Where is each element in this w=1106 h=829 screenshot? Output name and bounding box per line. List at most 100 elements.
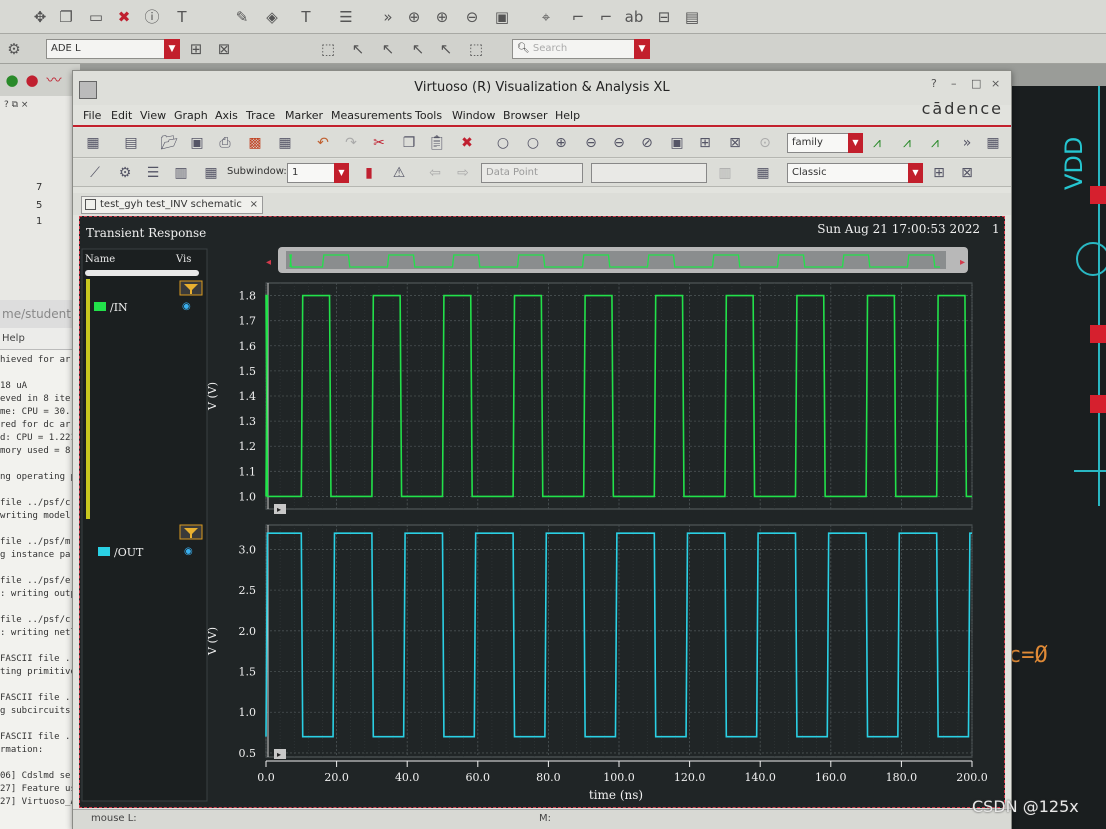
pointer-icon-4[interactable]: ↖ [436,39,456,59]
overview-left-arrow-icon[interactable]: ◂ [266,257,271,268]
help-window-icon[interactable]: ? [931,77,937,90]
maximize-icon[interactable]: □ [971,77,981,90]
subwindow-grid-icon[interactable]: ▦ [201,163,221,183]
print-icon[interactable]: ⎙ [215,133,235,153]
open-icon[interactable]: 📂︎ [159,133,179,153]
calculator-icon[interactable]: ▩ [245,133,265,153]
stop-icon[interactable]: ● [22,70,42,90]
family-select[interactable]: family ▼ [787,133,863,153]
close-tab-icon[interactable]: × [250,197,258,213]
window-new-icon[interactable]: ⊞ [929,163,949,183]
new-window-icon[interactable]: ▦ [83,133,103,153]
back-icon[interactable]: ⇦ [425,163,445,183]
menu-help[interactable]: Help [555,109,580,122]
pointer-icon-2[interactable]: ↖ [378,39,398,59]
stack-icon[interactable]: ☰ [143,163,163,183]
table-icon[interactable]: ▦ [275,133,295,153]
forward-icon[interactable]: ⇨ [453,163,473,183]
terminal-menu-help[interactable]: Help [0,328,80,350]
overview-right-arrow-icon[interactable]: ▸ [960,257,965,268]
family-graph-icon-3[interactable]: ⩘ [925,133,945,153]
menu-browser[interactable]: Browser [503,109,548,122]
zoom-fit-icon[interactable]: ⊕ [404,7,424,27]
tab-schematic[interactable]: test_gyh test_INV schematic × [81,196,263,214]
gear-icon[interactable]: ⚙ [4,39,24,59]
strip-icon[interactable]: ⚙ [115,163,135,183]
fit-icon[interactable]: ▣ [667,133,687,153]
align-icon[interactable]: ☰ [336,7,356,27]
pointer-box-icon[interactable]: ⬚ [466,39,486,59]
redo-icon[interactable]: ↷ [341,133,361,153]
legend-in-label[interactable]: /IN [110,301,128,314]
menu-window[interactable]: Window [452,109,495,122]
menu-graph[interactable]: Graph [174,109,208,122]
style-select[interactable]: Classic ▼ [787,163,923,183]
more-icon[interactable]: » [378,7,398,27]
subwindow-select[interactable]: 1 ▼ [287,163,349,183]
menu-edit[interactable]: Edit [111,109,132,122]
table-view-icon[interactable]: ▦ [753,163,773,183]
zoom-out-icon[interactable]: ⊖ [462,7,482,27]
stretch-icon[interactable]: ▭ [86,7,106,27]
visibility-eye-icon[interactable]: ◉ [182,301,191,312]
pointer-icon-3[interactable]: ↖ [408,39,428,59]
close-icon[interactable]: × [991,77,1000,90]
pointer-icon[interactable]: ↖ [348,39,368,59]
text-icon[interactable]: T [172,7,192,27]
zoom-in-icon[interactable]: ⊕ [551,133,571,153]
label-icon[interactable]: T [296,7,316,27]
menu-axis[interactable]: Axis [215,109,238,122]
save-icon[interactable]: ▣ [187,133,207,153]
minimize-icon[interactable]: – [951,77,957,90]
menu-view[interactable]: View [140,109,166,122]
more-icon[interactable]: » [957,133,977,153]
cross-probe-icon[interactable]: ⟋ [85,163,105,183]
menu-trace[interactable]: Trace [246,109,275,122]
marker-icon[interactable]: ○ [493,133,513,153]
run-icon[interactable]: ● [2,70,22,90]
family-graph-icon-2[interactable]: ⩘ [897,133,917,153]
zoom-x-icon[interactable]: ⊖ [609,133,629,153]
zoom-out-icon[interactable]: ⊖ [581,133,601,153]
pin-icon[interactable]: ⌖ [536,7,556,27]
copy-trace-icon[interactable]: ❐ [399,133,419,153]
subplot-out[interactable]: 0.5 1.0 1.5 2.0 2.5 3.0 V (V) 0.0 20.0 40.0 60.0 80… [206,524,988,784]
menu-marker[interactable]: Marker [285,109,323,122]
legend-filter-bar[interactable] [85,270,199,276]
family-graph-icon[interactable]: ⩘ [867,133,887,153]
zoom-y-icon[interactable]: ⊘ [637,133,657,153]
shape-icon[interactable]: ◈ [262,7,282,27]
window-icon[interactable]: ⊞ [186,39,206,59]
legend-out-label[interactable]: /OUT [114,546,144,559]
zoom-box-icon[interactable]: ⊞ [695,133,715,153]
data-point-field[interactable]: Data Point [481,163,583,183]
pencil-icon[interactable]: ✎ [232,7,252,27]
instance-icon[interactable]: ⊟ [654,7,674,27]
subplot-in[interactable]: 1.0 1.1 1.2 1.3 1.4 1.5 1.6 1.7 1.8 V (V) [206,282,973,510]
bookmark-icon[interactable]: ▮ [359,163,379,183]
undo-icon[interactable]: ↶ [313,133,333,153]
window-remove-icon[interactable]: ⊠ [957,163,977,183]
layout-icon[interactable]: ▤ [121,133,141,153]
note-icon[interactable]: ▤ [682,7,702,27]
properties-icon[interactable]: ⓘ [142,7,162,27]
zoom-in-icon[interactable]: ⊕ [432,7,452,27]
bar-chart-icon[interactable]: ▥ [715,163,735,183]
visibility-eye-icon[interactable]: ◉ [184,546,193,557]
delete-icon[interactable]: ✖ [114,7,134,27]
menu-file[interactable]: File [83,109,101,122]
annotation-icon[interactable]: ⚠ [389,163,409,183]
search-field[interactable]: 🔍︎ Search ▼ [512,39,650,59]
data-point-value[interactable] [591,163,707,183]
delete-trace-icon[interactable]: ✖ [457,133,477,153]
wave-icon[interactable]: 〰 [44,70,64,90]
session-select[interactable]: ADE L ▼ [46,39,180,59]
copy-icon[interactable]: ❐ [56,7,76,27]
grid-icon[interactable]: ▦ [983,133,1003,153]
paste-icon[interactable]: 📋︎ [427,133,447,153]
wire-icon[interactable]: ⌐ [568,7,588,27]
label-abc-icon[interactable]: ab [624,7,644,27]
select-icon[interactable]: ⬚ [318,39,338,59]
wire-thick-icon[interactable]: ⌐ [596,7,616,27]
move-icon[interactable]: ✥ [30,7,50,27]
